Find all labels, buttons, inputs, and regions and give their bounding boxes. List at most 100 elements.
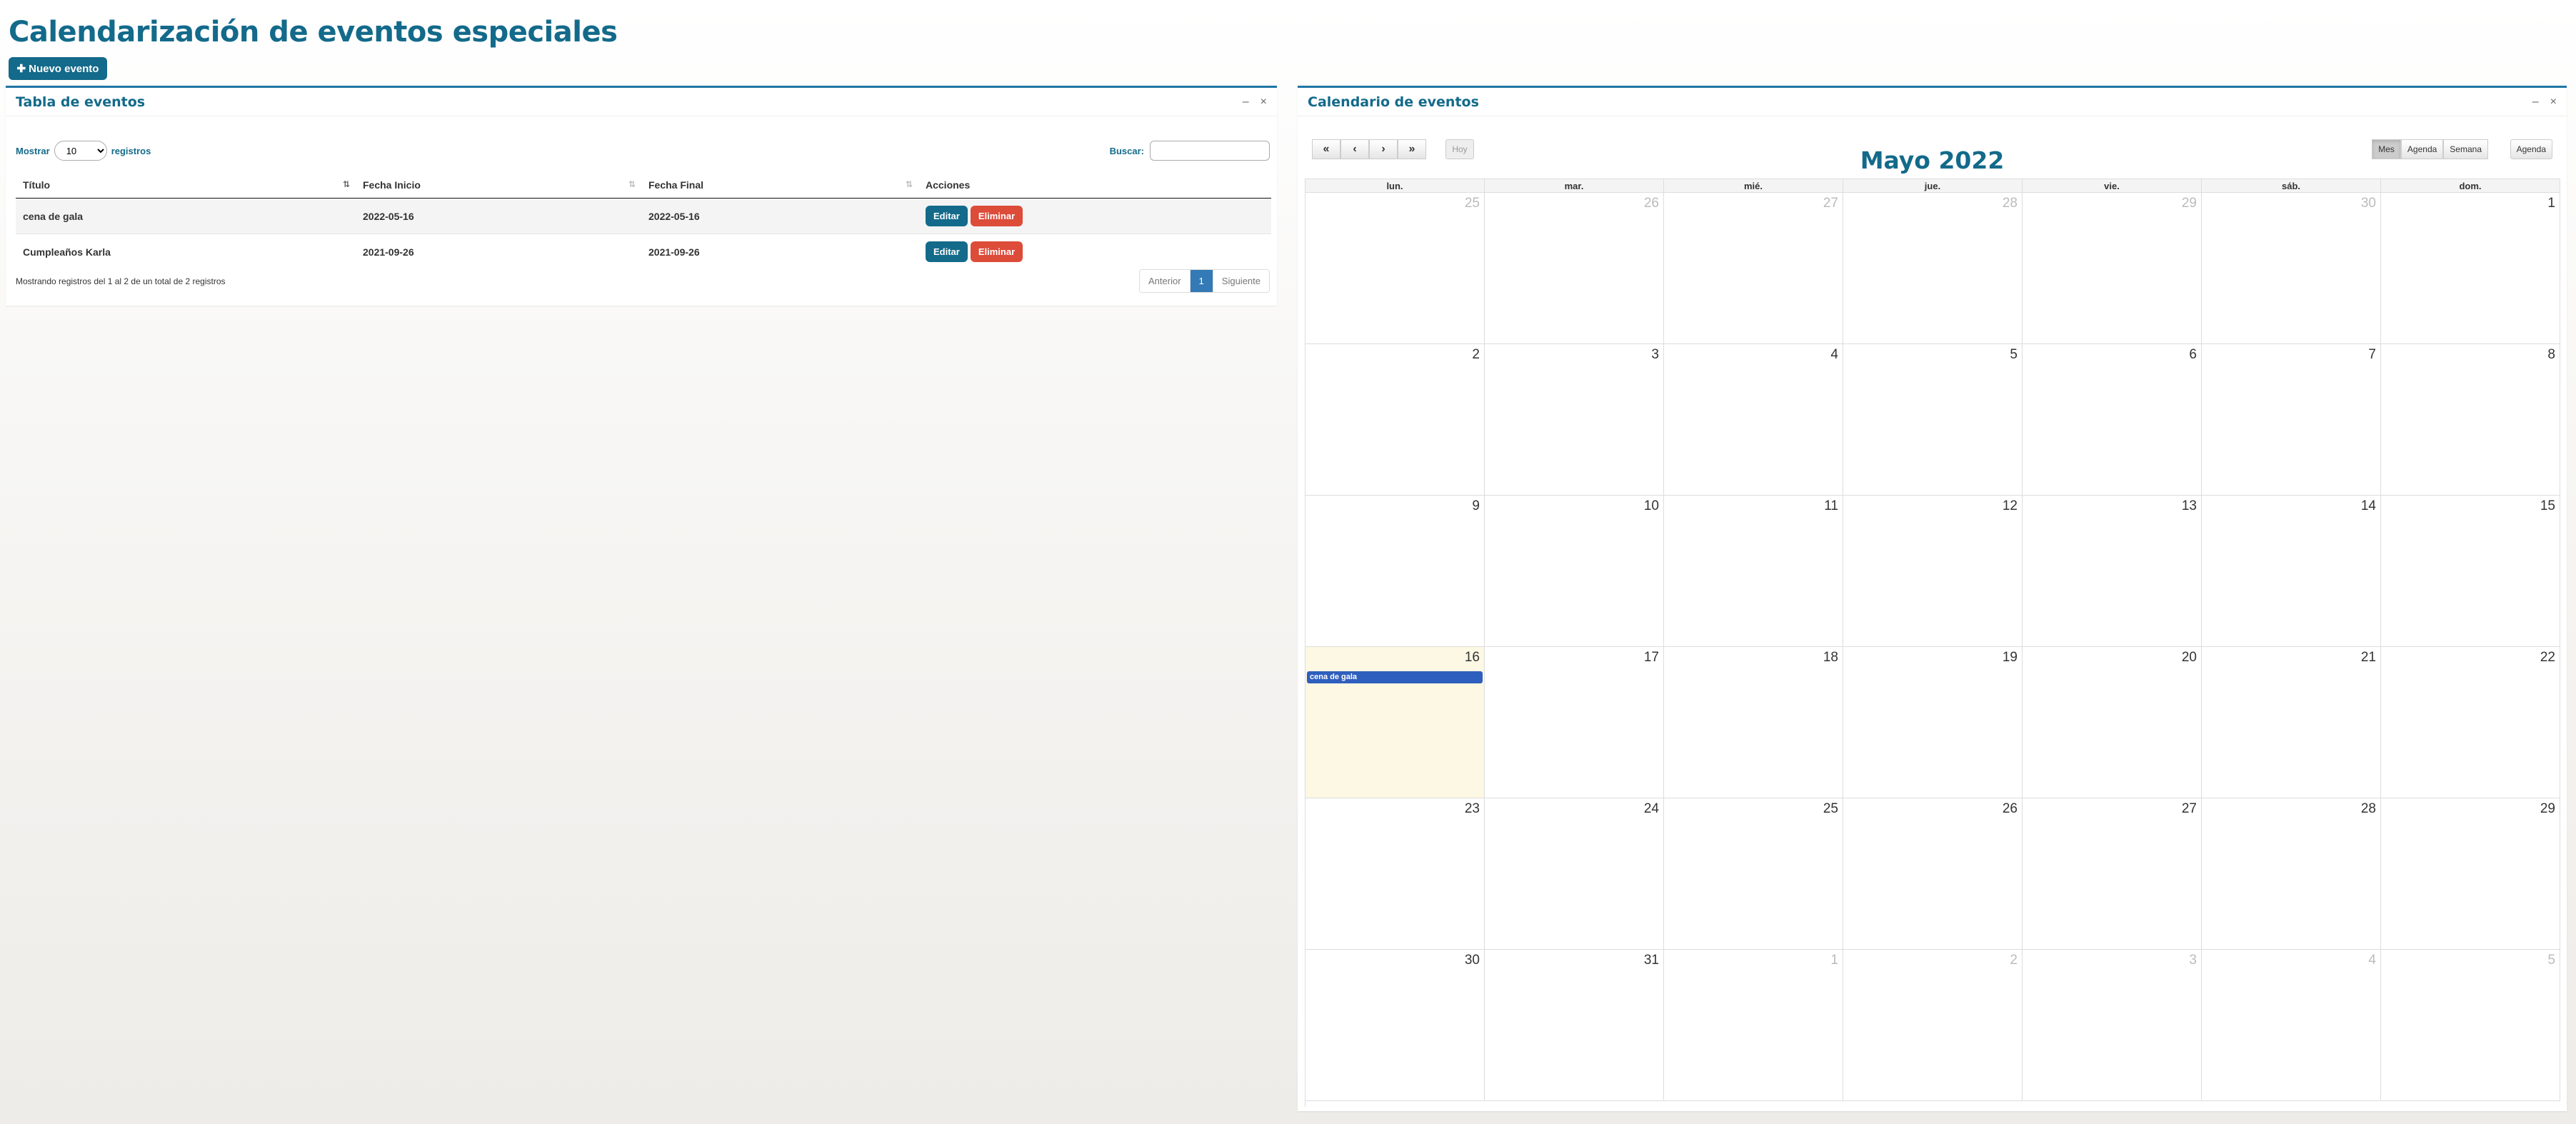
calendar-day[interactable]: 15	[2381, 496, 2560, 647]
day-number: 10	[1643, 498, 1659, 513]
calendar-day[interactable]: 3	[1485, 344, 1664, 496]
calendar-day[interactable]: 18	[1664, 647, 1843, 798]
minimize-icon[interactable]: –	[2532, 96, 2539, 109]
calendar-day[interactable]: 29	[2023, 193, 2202, 344]
calendar-day[interactable]: 17	[1485, 647, 1664, 798]
calendar-day[interactable]: 14	[2202, 496, 2381, 647]
calendar-day[interactable]: 30	[2202, 193, 2381, 344]
calendar-day[interactable]: 22	[2381, 647, 2560, 798]
day-number: 30	[1464, 953, 1480, 968]
day-number: 25	[1464, 196, 1480, 211]
view-agenda-week-button[interactable]: Agenda	[2400, 139, 2444, 159]
calendar-day[interactable]: 5	[2381, 950, 2560, 1101]
calendar-event[interactable]: cena de gala	[1307, 671, 1483, 683]
prev-page-button[interactable]: Anterior	[1140, 270, 1191, 292]
day-number: 15	[2540, 498, 2555, 513]
calendar-day[interactable]: 16 cena de gala	[1305, 647, 1485, 798]
calendar-day[interactable]: 25	[1664, 798, 1843, 950]
weekday-label: dom.	[2381, 179, 2560, 193]
calendar-day[interactable]: 12	[1843, 496, 2023, 647]
calendar-day[interactable]: 2	[1843, 950, 2023, 1101]
today-button[interactable]: Hoy	[1445, 139, 1474, 159]
calendar-day[interactable]: 3	[2023, 950, 2202, 1101]
cell-actions: Editar Eliminar	[918, 198, 1271, 234]
page-length-select[interactable]: 10	[54, 141, 107, 161]
delete-button[interactable]: Eliminar	[970, 206, 1023, 226]
calendar-day[interactable]: 29	[2381, 798, 2560, 950]
day-number: 25	[1823, 801, 1838, 816]
view-agenda-day-button[interactable]: Agenda	[2510, 139, 2552, 159]
calendar-day[interactable]: 8	[2381, 344, 2560, 496]
close-icon[interactable]: ×	[2550, 96, 2557, 109]
day-number: 2	[2010, 953, 2018, 968]
calendar-day[interactable]: 26	[1485, 193, 1664, 344]
calendar-day[interactable]: 2	[1305, 344, 1485, 496]
table-info: Mostrando registros del 1 al 2 de un tot…	[16, 276, 226, 286]
column-header-start[interactable]: Fecha Inicio ⇅	[356, 172, 641, 199]
calendar-day[interactable]: 7	[2202, 344, 2381, 496]
calendar-day[interactable]: 26	[1843, 798, 2023, 950]
day-number: 13	[2181, 498, 2197, 513]
calendar-day[interactable]: 4	[1664, 344, 1843, 496]
calendar-day[interactable]: 10	[1485, 496, 1664, 647]
cell-start: 2022-05-16	[356, 198, 641, 234]
day-number: 7	[2368, 347, 2376, 362]
calendar-day[interactable]: 21	[2202, 647, 2381, 798]
page-length-control: Mostrar 10 registros	[16, 141, 151, 161]
calendar-day[interactable]: 30	[1305, 950, 1485, 1101]
sort-icon: ⇅	[905, 179, 913, 189]
edit-button[interactable]: Editar	[926, 241, 968, 262]
calendar-day[interactable]: 6	[2023, 344, 2202, 496]
calendar-day[interactable]: 1	[2381, 193, 2560, 344]
search-input[interactable]	[1150, 141, 1270, 161]
day-number: 24	[1643, 801, 1659, 816]
calendar-day[interactable]: 20	[2023, 647, 2202, 798]
day-number: 20	[2181, 650, 2197, 665]
calendar-day[interactable]: 11	[1664, 496, 1843, 647]
next-month-icon[interactable]: ›	[1369, 139, 1398, 159]
calendar-day[interactable]: 19	[1843, 647, 2023, 798]
column-header-end[interactable]: Fecha Final ⇅	[641, 172, 918, 199]
page-1-button[interactable]: 1	[1190, 270, 1213, 292]
calendar-day[interactable]: 28	[1843, 193, 2023, 344]
page-title: Calendarización de eventos especiales	[9, 16, 618, 49]
calendar-day[interactable]: 9	[1305, 496, 1485, 647]
next-year-icon[interactable]: »	[1398, 139, 1426, 159]
close-icon[interactable]: ×	[1261, 96, 1267, 109]
calendar-day[interactable]: 4	[2202, 950, 2381, 1101]
cell-end: 2021-09-26	[641, 234, 918, 269]
calendar-day[interactable]: 25	[1305, 193, 1485, 344]
new-event-label: Nuevo evento	[29, 62, 99, 75]
calendar-day[interactable]: 24	[1485, 798, 1664, 950]
prev-year-icon[interactable]: «	[1312, 139, 1340, 159]
calendar-day[interactable]: 5	[1843, 344, 2023, 496]
day-number: 26	[2002, 801, 2018, 816]
calendar-day[interactable]: 1	[1664, 950, 1843, 1101]
cell-actions: Editar Eliminar	[918, 234, 1271, 269]
day-number: 29	[2181, 196, 2197, 211]
day-number: 1	[1830, 953, 1838, 968]
calendar-day[interactable]: 28	[2202, 798, 2381, 950]
calendar-day[interactable]: 27	[1664, 193, 1843, 344]
calendar-week: 16 cena de gala 17 18 19 20 21 22	[1305, 647, 2560, 798]
edit-button[interactable]: Editar	[926, 206, 968, 226]
calendar-day[interactable]: 31	[1485, 950, 1664, 1101]
day-number: 1	[2547, 196, 2555, 211]
prev-month-icon[interactable]: ‹	[1340, 139, 1369, 159]
weekday-label: mié.	[1664, 179, 1843, 193]
calendar-day[interactable]: 23	[1305, 798, 1485, 950]
events-table: Título ⇅ Fecha Inicio ⇅ Fecha Final ⇅ Accio…	[16, 172, 1271, 269]
delete-button[interactable]: Eliminar	[970, 241, 1023, 262]
calendar-week: 30 31 1 2 3 4 5	[1305, 950, 2560, 1101]
next-page-button[interactable]: Siguiente	[1213, 270, 1269, 292]
column-header-title[interactable]: Título ⇅	[16, 172, 356, 199]
view-week-button[interactable]: Semana	[2443, 139, 2488, 159]
calendar-day[interactable]: 13	[2023, 496, 2202, 647]
day-number: 3	[2189, 953, 2197, 968]
calendar-day[interactable]: 27	[2023, 798, 2202, 950]
view-month-button[interactable]: Mes	[2372, 139, 2401, 159]
minimize-icon[interactable]: –	[1243, 96, 1249, 109]
calendar-week: 23 24 25 26 27 28 29	[1305, 798, 2560, 950]
new-event-button[interactable]: ✚ Nuevo evento	[9, 57, 107, 80]
table-row: cena de gala 2022-05-16 2022-05-16 Edita…	[16, 198, 1271, 234]
